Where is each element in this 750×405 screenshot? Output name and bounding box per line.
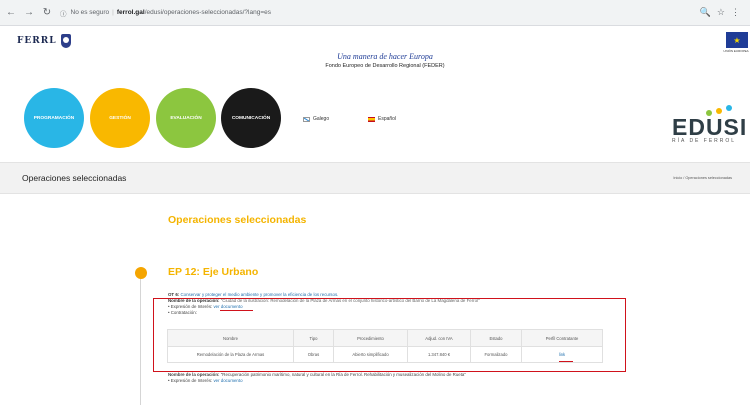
reload-icon[interactable]: ↻ (40, 6, 54, 20)
cell-adjudicacion: 1.347.840 € (407, 346, 471, 363)
browser-toolbar: ← → ↻ ⓘ No es seguro | ferrol.gal /edusi… (0, 0, 750, 26)
info-icon: ⓘ (60, 10, 67, 18)
menu-icon[interactable]: ⋮ (731, 7, 740, 18)
breadcrumb[interactable]: Inicio / Operaciones seleccionadas (673, 176, 732, 180)
page-title-bar: Operaciones seleccionadas Inicio / Opera… (0, 162, 750, 194)
fund-text: Fondo Europeo de Desarrollo Regional (FE… (325, 63, 445, 69)
contract-table: Nombre Tipo Procedimiento Adjud. con IVA… (167, 329, 603, 363)
edusi-word: EDUSI (672, 114, 748, 140)
eu-flag-icon: ★ (726, 32, 748, 48)
ferrol-logo[interactable]: FERRL (17, 34, 71, 48)
url-host: ferrol.gal (116, 9, 145, 16)
table-row: Remodelación de la Plaza de Armas Obras … (167, 346, 603, 363)
cell-estado: Formalizado (470, 346, 522, 363)
cell-nombre: Remodelación de la Plaza de Armas (167, 346, 294, 363)
forward-icon[interactable]: → (22, 6, 36, 20)
expression2-line: • Expresión de Interés: ver documento (168, 378, 243, 383)
back-icon[interactable]: ← (4, 6, 18, 20)
feder-motto: Una manera de hacer Europa Fondo Europeo… (280, 52, 490, 69)
spanish-flag-icon (368, 116, 375, 122)
col-adjudicacion: Adjud. con IVA (407, 329, 471, 347)
edusi-sub: RÍA DE FERROL (672, 138, 737, 144)
nav-evaluacion[interactable]: Evaluación (156, 88, 216, 148)
lang-galego-label: Galego (313, 116, 330, 122)
nav-programacion[interactable]: Programación (24, 88, 84, 148)
timeline-line (140, 270, 141, 405)
motto-text: Una manera de hacer Europa (337, 52, 433, 61)
col-nombre: Nombre (167, 329, 294, 347)
bookmark-star-icon[interactable]: ☆ (717, 7, 725, 18)
table-header-row: Nombre Tipo Procedimiento Adjud. con IVA… (167, 329, 603, 347)
zoom-icon[interactable]: 🔍 (700, 7, 711, 18)
col-perfil: Perfil Contratante (521, 329, 603, 347)
ep-title: EP 12: Eje Urbano (168, 266, 259, 278)
edusi-logo[interactable]: EDUSI RÍA DE FERROL (672, 104, 748, 144)
col-estado: Estado (470, 329, 522, 347)
ver-documento-link-2[interactable]: ver documento (213, 378, 242, 383)
address-separator: | (112, 9, 114, 16)
nav-gestion[interactable]: Gestión (90, 88, 150, 148)
lang-galego[interactable]: Galego (303, 116, 329, 122)
next-operation: Nombre de la operación: "Recuperación pa… (168, 372, 618, 384)
col-tipo: Tipo (293, 329, 334, 347)
page-title: Operaciones seleccionadas (22, 173, 127, 183)
perfil-link[interactable]: link (559, 352, 565, 357)
lang-espanol-label: Español (378, 116, 397, 122)
logo-text: FERRL (17, 36, 57, 46)
nav-comunicacion[interactable]: Comunicación (221, 88, 281, 148)
timeline-dot-icon (135, 267, 147, 279)
section-title: Operaciones seleccionadas (168, 214, 307, 226)
galician-flag-icon (303, 116, 310, 122)
security-label: No es seguro (70, 9, 110, 16)
url-path: /edusi/operaciones-seleccionadas/?lang=e… (144, 9, 271, 16)
cell-procedimiento: Abierto simplificado (333, 346, 408, 363)
edusi-dots-icon (672, 104, 744, 116)
address-bar[interactable]: ⓘ No es seguro | ferrol.gal /edusi/opera… (60, 4, 700, 22)
eu-caption: UNIÓN EUROPEA (723, 49, 749, 53)
highlight-underline-documento (220, 310, 253, 312)
highlight-underline-link (559, 361, 573, 363)
col-procedimiento: Procedimiento (333, 329, 408, 347)
lang-espanol[interactable]: Español (368, 116, 396, 122)
crest-icon (60, 34, 71, 48)
cell-tipo: Obras (293, 346, 334, 363)
